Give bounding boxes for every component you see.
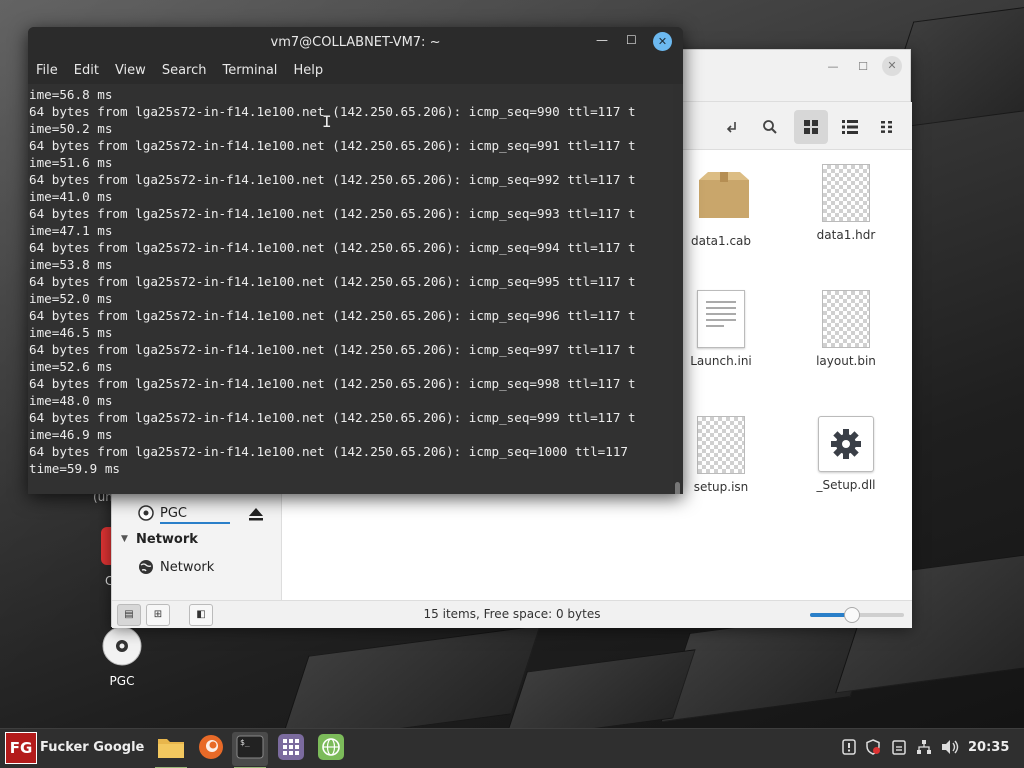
menu-terminal[interactable]: Terminal (214, 58, 285, 84)
file-item[interactable]: _Setup.dll (791, 416, 901, 492)
firefox-icon (198, 734, 224, 764)
menu-search[interactable]: Search (154, 58, 215, 84)
window-title: vm7@COLLABNET-VM7: ~ (270, 35, 441, 50)
search-icon[interactable] (753, 110, 787, 144)
optical-disc-icon (138, 505, 154, 521)
terminal-line: ime=46.9 ms (29, 427, 113, 442)
terminal-line: time=59.9 ms (29, 461, 120, 476)
terminal-line: ime=48.0 ms (29, 393, 113, 408)
terminal-line: 64 bytes from lga25s72-in-f14.1e100.net … (29, 410, 636, 425)
terminal-line: 64 bytes from lga25s72-in-f14.1e100.net … (29, 240, 636, 255)
minimize-button[interactable]: — (822, 56, 844, 78)
terminal-line: ime=51.6 ms (29, 155, 113, 170)
start-menu-logo-icon[interactable]: FG (5, 732, 37, 764)
maximize-button[interactable]: ☐ (852, 56, 874, 78)
file-item[interactable]: data1.hdr (791, 164, 901, 242)
file-manager-statusbar: ▤ ⊞ ◧ 15 items, Free space: 0 bytes (112, 600, 912, 628)
terminal-line: 64 bytes from lga25s72-in-f14.1e100.net … (29, 172, 636, 187)
svg-text:$_: $_ (240, 738, 250, 747)
menu-help[interactable]: Help (285, 58, 331, 84)
text-file-icon (697, 290, 745, 348)
terminal-line: ime=52.0 ms (29, 291, 113, 306)
sidebar-item-network[interactable]: Network (160, 560, 214, 575)
terminal-line: ime=41.0 ms (29, 189, 113, 204)
file-name: data1.hdr (816, 228, 876, 242)
web-apps-launcher[interactable] (313, 732, 349, 766)
optical-disc-icon (102, 626, 142, 666)
open-location-icon[interactable] (716, 110, 750, 144)
terminal-line: 64 bytes from lga25s72-in-f14.1e100.net … (29, 104, 636, 119)
terminal-line: 64 bytes from lga25s72-in-f14.1e100.net … (29, 376, 636, 391)
maximize-button[interactable]: ☐ (626, 33, 637, 47)
generic-file-icon (822, 164, 870, 222)
terminal-line: ime=46.5 ms (29, 325, 113, 340)
network-globe-icon (138, 559, 154, 575)
grid-view-icon[interactable] (794, 110, 828, 144)
desktop-icon-pgc[interactable]: PGC (82, 626, 162, 688)
generic-file-icon (822, 290, 870, 348)
terminal-line: ime=52.6 ms (29, 359, 113, 374)
files-launcher[interactable] (153, 732, 189, 768)
taskbar: FG Fucker Google $_ 20:35 (0, 728, 1024, 768)
terminal-line: 64 bytes from lga25s72-in-f14.1e100.net … (29, 274, 636, 289)
terminal-menubar: File Edit View Search Terminal Help (28, 58, 683, 84)
terminal-titlebar[interactable]: vm7@COLLABNET-VM7: ~ — ☐ ✕ (28, 27, 683, 58)
minimize-button[interactable]: — (596, 33, 608, 47)
text-cursor-icon: I (322, 112, 332, 131)
status-text: 15 items, Free space: 0 bytes (423, 607, 601, 621)
menu-view[interactable]: View (107, 58, 154, 84)
clock[interactable]: 20:35 (968, 740, 1009, 755)
globe-icon (318, 734, 344, 764)
desktop-icon-label: PGC (109, 674, 135, 688)
eject-icon[interactable] (248, 506, 266, 522)
terminal-icon: $_ (236, 735, 264, 763)
sidebar-item-pgc[interactable]: PGC (160, 506, 230, 524)
clipboard-icon[interactable] (890, 739, 908, 757)
firefox-launcher[interactable] (193, 732, 229, 766)
terminal-scrollbar[interactable] (675, 482, 680, 494)
close-button[interactable]: ✕ (882, 56, 902, 76)
compact-view-icon[interactable] (871, 110, 905, 144)
app-menu-launcher[interactable] (273, 732, 309, 766)
terminal-window: vm7@COLLABNET-VM7: ~ — ☐ ✕ File Edit Vie… (28, 27, 683, 494)
sidebar-section-network[interactable]: Network (136, 532, 198, 547)
gear-file-icon (818, 416, 874, 472)
collapse-arrow-icon[interactable]: ▼ (121, 534, 128, 544)
file-item[interactable]: layout.bin (791, 290, 901, 368)
file-name: _Setup.dll (816, 478, 876, 492)
generic-file-icon (697, 416, 745, 474)
list-view-icon[interactable] (833, 110, 867, 144)
terminal-line: 64 bytes from lga25s72-in-f14.1e100.net … (29, 308, 636, 323)
terminal-line: ime=53.8 ms (29, 257, 113, 272)
terminal-line: 64 bytes from lga25s72-in-f14.1e100.net … (29, 138, 636, 153)
terminal-launcher[interactable]: $_ (232, 732, 268, 768)
start-menu-label[interactable]: Fucker Google (40, 740, 144, 755)
network-icon[interactable] (915, 739, 933, 757)
file-name: layout.bin (816, 354, 876, 368)
terminal-line: ime=50.2 ms (29, 121, 113, 136)
terminal-line: ime=47.1 ms (29, 223, 113, 238)
terminal-output[interactable]: ime=56.8 ms 64 bytes from lga25s72-in-f14… (28, 84, 673, 494)
shield-icon[interactable] (864, 739, 882, 757)
terminal-line: 64 bytes from lga25s72-in-f14.1e100.net … (29, 444, 628, 459)
zoom-slider[interactable] (810, 607, 904, 623)
volume-icon[interactable] (941, 739, 959, 757)
wallpaper-tile (279, 625, 541, 728)
package-icon (696, 170, 749, 228)
terminal-line: ime=56.8 ms (29, 87, 113, 102)
notification-icon[interactable] (840, 739, 858, 757)
folder-icon (157, 735, 185, 763)
terminal-line: 64 bytes from lga25s72-in-f14.1e100.net … (29, 342, 636, 357)
app-grid-icon (278, 734, 304, 764)
wallpaper-tile (504, 649, 696, 728)
menu-file[interactable]: File (28, 58, 66, 84)
terminal-line: 64 bytes from lga25s72-in-f14.1e100.net … (29, 206, 636, 221)
menu-edit[interactable]: Edit (66, 58, 107, 84)
close-button[interactable]: ✕ (653, 32, 672, 51)
